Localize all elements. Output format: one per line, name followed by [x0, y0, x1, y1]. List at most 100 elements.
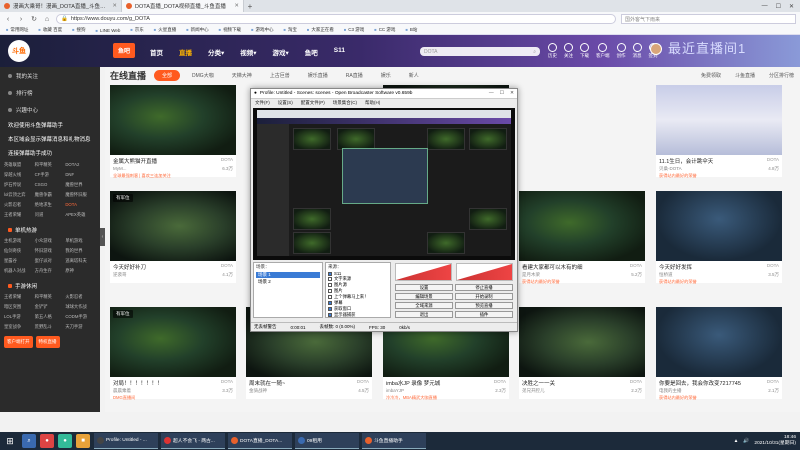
bookmark-item[interactable]: B站 — [405, 27, 418, 33]
stream-thumbnail[interactable] — [519, 191, 645, 261]
privilege-live-button[interactable]: 特权直播 — [35, 336, 60, 348]
obs-menu-item[interactable]: 配置文件(P) — [301, 100, 325, 106]
sidebar-category-link[interactable]: 机器人对战 — [4, 268, 35, 274]
source-item[interactable]: 显示器捕获 — [326, 312, 390, 318]
sidebar-item-follow[interactable]: 我的关注 — [0, 67, 100, 84]
obs-button[interactable]: 插件 — [455, 311, 513, 318]
minimize-icon[interactable]: — — [489, 91, 494, 96]
sidebar-category-link[interactable]: 炉石传说 — [4, 182, 35, 188]
sidebar-category-link[interactable]: 问道 — [35, 212, 66, 218]
obs-button[interactable]: 全域来源 — [395, 302, 453, 309]
bookmark-item[interactable]: 京东 — [130, 27, 144, 33]
stream-card[interactable]: 今天好好发挥 DOTA 恒桥道 3.5万 获得站内最好的荣誉 — [656, 191, 782, 284]
home-icon[interactable]: ⌂ — [43, 16, 51, 23]
header-icon-button[interactable]: 下载 — [580, 43, 589, 59]
network-icon[interactable]: ▲ — [734, 439, 739, 444]
stream-card[interactable]: 金属大熊猫开直播 DOTA MyM... 6.3万 全球最强刺客 | 喜欢三连加关注 — [110, 85, 236, 178]
taskbar-app[interactable]: 超人不会飞 - 两古... — [161, 433, 225, 449]
sidebar-category-link[interactable]: lol云顶之弈 — [4, 192, 35, 198]
nav-item[interactable]: 分类▾ — [208, 47, 224, 57]
sidebar-category-link[interactable]: 荒野乱斗 — [35, 324, 66, 330]
streamer-name[interactable]: 晨晨乘着 — [113, 388, 131, 394]
header-icon-button[interactable]: 创作 — [616, 43, 626, 59]
source-checkbox[interactable] — [328, 307, 332, 311]
source-checkbox[interactable] — [328, 289, 332, 293]
stream-card[interactable]: 11.1生日，会计跳伞天 DOTA 贝桑-DOTA 4.8万 获得站内最好的荣誉 — [656, 85, 782, 178]
stream-thumbnail[interactable]: 有军位 — [110, 191, 236, 261]
filter-tab[interactable]: 新人 — [409, 72, 419, 79]
reload-icon[interactable]: ↻ — [30, 15, 38, 23]
sidebar-category-link[interactable]: 我的世界 — [65, 248, 96, 254]
taskbar-app[interactable]: DOTA直播_DOTA... — [228, 433, 292, 449]
open-client-button[interactable]: 客户端打开 — [4, 336, 33, 348]
bookmark-item[interactable]: 游戏中心 — [251, 27, 273, 33]
sidebar-category-link[interactable]: 星露谷 — [4, 258, 35, 264]
close-icon[interactable]: ✕ — [789, 3, 794, 10]
sidebar-category-link[interactable]: 魔兽争霸 — [35, 192, 66, 198]
obs-button[interactable]: 退出 — [395, 311, 453, 318]
filter-tab[interactable]: RA直播 — [346, 72, 363, 79]
bookmark-item[interactable]: 大家正在看 — [307, 27, 334, 33]
browser-icon[interactable]: ● — [58, 434, 72, 448]
maximize-icon[interactable]: ☐ — [500, 91, 504, 96]
bookmark-item[interactable]: 常用网址 — [6, 27, 28, 33]
sidebar-category-link[interactable]: 第五人格 — [35, 314, 66, 320]
tab-close-icon[interactable]: ✕ — [112, 3, 117, 9]
nav-item[interactable]: 直播 — [179, 47, 192, 57]
sidebar-category-link[interactable]: 仙剑奇侠 — [4, 248, 35, 254]
obs-button[interactable]: 开始录制 — [455, 293, 513, 300]
bookmark-item[interactable]: 收藏 百度 — [38, 27, 62, 33]
url-input[interactable]: 🔒 https://www.douyu.com/g_DOTA — [56, 14, 616, 24]
source-checkbox[interactable] — [328, 283, 332, 287]
sidebar-category-link[interactable]: DOTA — [65, 202, 96, 208]
bookmark-item[interactable]: 淘宝 — [283, 27, 297, 33]
nav-item[interactable]: 首页 — [150, 47, 163, 57]
sidebar-category-link[interactable]: 球球大作战 — [65, 304, 96, 310]
header-icon-button[interactable]: 历史 — [548, 43, 557, 59]
sidebar-category-link[interactable]: LOL手游 — [4, 314, 35, 320]
minimize-icon[interactable]: — — [762, 3, 768, 9]
streamer-name[interactable]: MyM... — [113, 166, 127, 172]
sidebar-category-link[interactable]: CF手游 — [35, 172, 66, 178]
streamer-name[interactable]: 金骑战神 — [249, 388, 267, 394]
stream-thumbnail[interactable]: 有军位 — [110, 307, 236, 377]
sidebar-category-link[interactable]: 和平精英 — [35, 162, 66, 168]
bookmark-item[interactable]: CC 游戏 — [374, 27, 396, 33]
source-checkbox[interactable] — [328, 295, 332, 299]
new-tab-button[interactable]: + — [244, 0, 256, 12]
app-icon[interactable]: ● — [40, 434, 54, 448]
maximize-icon[interactable]: ☐ — [776, 3, 781, 10]
header-link[interactable]: 分区排行榜 — [769, 72, 794, 79]
tab-close-icon[interactable]: ✕ — [234, 3, 239, 9]
sidebar-category-link[interactable]: 方舟生存 — [35, 268, 66, 274]
taskbar-app[interactable]: 斗鱼直播助手 — [362, 433, 426, 449]
streamer-name[interactable]: 是月木梁 — [522, 272, 540, 278]
sidebar-category-link[interactable]: 穿越火线 — [4, 172, 35, 178]
stream-thumbnail[interactable] — [656, 307, 782, 377]
bookmark-item[interactable]: 新闻中心 — [186, 27, 209, 33]
sidebar-category-link[interactable]: 小众游戏 — [35, 238, 66, 244]
obs-menu-item[interactable]: 帮助(H) — [365, 100, 380, 106]
bookmark-item[interactable]: LINE Web — [96, 28, 120, 33]
stream-card[interactable]: 有军位 对局！！！！！！！ DOTA 晨晨乘着 3.3万 DMG直播间 — [110, 307, 236, 400]
filter-tab[interactable]: 上古巨兽 — [270, 72, 290, 79]
sidebar-category-link[interactable]: 天刀手游 — [65, 324, 96, 330]
sidebar-category-link[interactable]: 火影忍者 — [4, 202, 35, 208]
filter-tab[interactable]: 娱乐 — [381, 72, 391, 79]
clock[interactable]: 18:46 2021/10/31(星期日) — [754, 435, 796, 447]
close-icon[interactable]: ✕ — [510, 91, 514, 96]
stream-thumbnail[interactable] — [656, 85, 782, 155]
folder-icon[interactable]: ■ — [76, 434, 90, 448]
sidebar-category-link[interactable]: 暗区突围 — [4, 304, 35, 310]
bookmark-item[interactable]: 视频下载 — [219, 27, 241, 33]
scene-item[interactable]: 场景 2 — [256, 279, 320, 285]
sidebar-category-link[interactable]: 绝地求生 — [35, 202, 66, 208]
streamer-name[interactable]: 恒桥道 — [659, 272, 673, 278]
sidebar-item-rank[interactable]: 排行榜 — [0, 84, 100, 101]
header-link[interactable]: 免费领取 — [701, 72, 721, 79]
sidebar-category-link[interactable]: APEX英雄 — [65, 212, 96, 218]
sidebar-category-link[interactable]: 魔兽世界 — [65, 182, 96, 188]
scene-item[interactable]: 场景 1 — [256, 272, 320, 278]
stream-thumbnail[interactable] — [519, 307, 645, 377]
obs-menu-item[interactable]: 场景集合(C) — [333, 100, 357, 106]
